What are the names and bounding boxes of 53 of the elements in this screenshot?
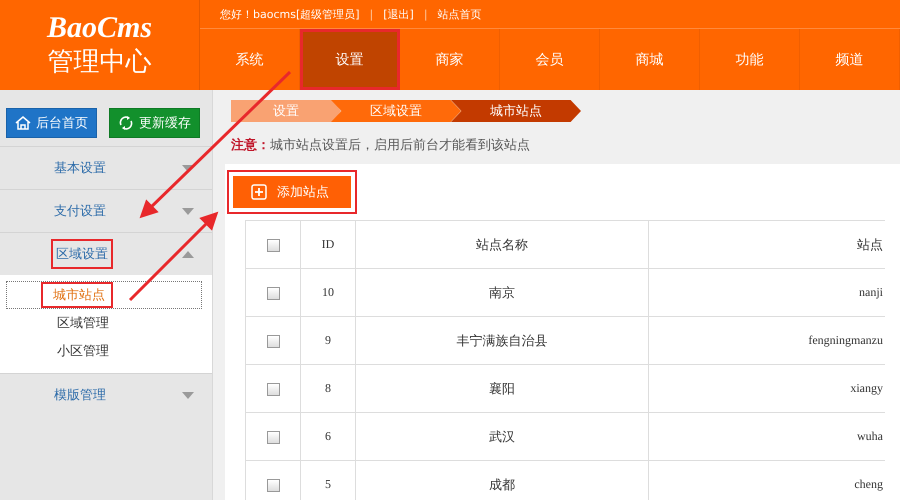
table-cell: 8 (325, 381, 331, 395)
checkbox[interactable] (266, 430, 280, 444)
table-cell: 10 (322, 285, 334, 299)
nav-tab[interactable]: 频道 (800, 29, 900, 90)
table-cell: 成都 (489, 478, 515, 492)
plus-icon (251, 184, 267, 200)
logo-text: BaoCms (46, 11, 152, 45)
checkbox[interactable] (266, 478, 280, 492)
breadcrumb-item[interactable]: 设置 (231, 100, 341, 122)
greeting-text: 您好！baocms[超级管理员] (220, 6, 360, 22)
menu-item[interactable]: 区域设置 (52, 240, 112, 268)
table-cell: nanji (859, 285, 883, 299)
table-cell: fengningmanzu (808, 333, 883, 347)
column-header: 站点名称 (476, 238, 528, 252)
sidebar-button[interactable]: 更新缓存 (109, 108, 200, 138)
add-button[interactable]: 添加站点 (233, 176, 351, 208)
nav-tab[interactable]: 商城 (600, 29, 700, 90)
checkbox[interactable] (266, 286, 280, 300)
submenu-item[interactable]: 区域管理 (55, 312, 111, 334)
sidebar-button[interactable]: 后台首页 (6, 108, 97, 138)
notice-text: 注意：城市站点设置后，启用后前台才能看到该站点 (231, 136, 531, 154)
nav-tab[interactable]: 会员 (500, 29, 600, 90)
table-cell: wuha (857, 429, 883, 443)
site-title: 管理中心 (48, 46, 152, 79)
separator: | (370, 8, 374, 20)
checkbox[interactable] (266, 382, 280, 396)
menu-item[interactable]: 模版管理 (52, 381, 108, 409)
checkbox[interactable] (266, 238, 280, 252)
table-cell: 丰宁满族自治县 (456, 334, 548, 348)
table-cell: 6 (325, 429, 331, 443)
table-cell: cheng (854, 477, 883, 491)
table-cell: 5 (325, 477, 331, 491)
header-link[interactable]: 站点首页 (438, 6, 482, 22)
header-link[interactable]: [退出] (383, 6, 414, 22)
table-cell: 9 (325, 333, 331, 347)
separator: | (424, 8, 428, 20)
nav-tab[interactable]: 商家 (400, 29, 500, 90)
nav-tab[interactable]: 功能 (700, 29, 800, 90)
column-header: 站点 (857, 238, 883, 252)
nav-tab[interactable]: 设置 (300, 29, 400, 90)
menu-item[interactable]: 基本设置 (52, 154, 108, 182)
column-header: ID (322, 237, 334, 251)
table-cell: 武汉 (489, 430, 515, 444)
house-icon (15, 115, 31, 131)
breadcrumb-item[interactable]: 区域设置 (331, 100, 461, 122)
table-cell: 南京 (489, 286, 515, 300)
menu-item[interactable]: 支付设置 (52, 197, 108, 225)
refresh-icon (118, 115, 134, 131)
breadcrumb-item[interactable]: 城市站点 (451, 100, 581, 122)
table-cell: 襄阳 (489, 382, 515, 396)
submenu-item[interactable]: 小区管理 (55, 340, 111, 362)
checkbox[interactable] (266, 334, 280, 348)
table-cell: xiangy (850, 381, 883, 395)
